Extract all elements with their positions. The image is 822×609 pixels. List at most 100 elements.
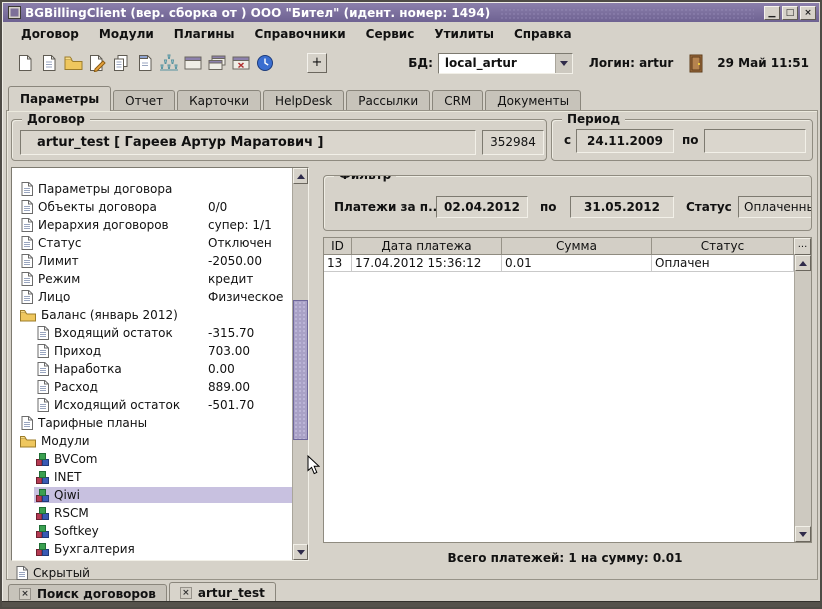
tree-scrollbar[interactable] [292,168,308,560]
filter-to-field[interactable]: 31.05.2012 [570,196,674,218]
period-from-field[interactable]: 24.11.2009 [576,129,674,153]
chevron-down-icon[interactable] [555,54,572,73]
tree-item-0[interactable]: Параметры договора [12,180,292,198]
tree-item-value: кредит [208,270,253,288]
tree-item-16[interactable]: INET [12,468,292,486]
tree-item-8[interactable]: Входящий остаток-315.70 [12,324,292,342]
table-header: IDДата платежаСуммаСтатус [324,238,794,255]
tree-item-14[interactable]: Модули [12,432,292,450]
tab-6[interactable]: Документы [485,90,581,111]
menu-item-4[interactable]: Сервис [356,26,425,42]
contract-id-field[interactable]: 352984 [482,130,544,155]
tree-item-1[interactable]: Объекты договора0/0 [12,198,292,216]
table-scrollbar[interactable] [794,255,811,542]
menu-item-5[interactable]: Утилиты [424,26,504,42]
glasses-tower-button[interactable] [157,50,181,76]
tree-item-13[interactable]: Тарифные планы [12,414,292,432]
document-icon [20,272,33,286]
bottom-tab-label: Поиск договоров [37,587,156,601]
tree-item-3[interactable]: СтатусОтключен [12,234,292,252]
tree-item-inner: INET [34,469,292,485]
tree-item-inner: Параметры договора [18,181,292,197]
close-button[interactable]: × [800,6,816,20]
db-combobox[interactable]: local_artur [438,53,573,74]
tree-item-19[interactable]: Softkey [12,522,292,540]
contract-name-field[interactable]: artur_test [ Гареев Артур Маратович ] [20,130,476,155]
tree-item-9[interactable]: Приход703.00 [12,342,292,360]
tab-0[interactable]: Параметры [8,86,111,111]
scroll-up-icon[interactable] [795,255,811,271]
tree-item-20[interactable]: Бухгалтерия [12,540,292,558]
filter-groupbox: Фильтр Платежи за п... 02.04.2012 по 31.… [323,175,812,231]
tree-item-11[interactable]: Расход889.00 [12,378,292,396]
tab-3[interactable]: HelpDesk [263,90,344,111]
tree-item-5[interactable]: Режим кредит [12,270,292,288]
window-close-button[interactable] [229,50,253,76]
open-folder-button[interactable] [61,50,85,76]
maximize-button[interactable]: □ [782,6,798,20]
tree-item-15[interactable]: BVCom [12,450,292,468]
add-button[interactable]: + [307,53,327,73]
tree-list: Параметры договораОбъекты договора0/0Иер… [12,168,292,560]
column-header-3[interactable]: Статус [652,238,794,254]
table-cell: 17.04.2012 15:36:12 [352,255,502,272]
window-cascade-button[interactable] [205,50,229,76]
tab-close-icon[interactable]: × [19,588,31,600]
documents-button[interactable] [133,50,157,76]
menu-item-0[interactable]: Договор [11,26,89,42]
column-header-0[interactable]: ID [324,238,352,254]
scroll-down-icon[interactable] [293,544,308,560]
tree-item-2[interactable]: Иерархия договоровсупер: 1/1 [12,216,292,234]
scroll-down-icon[interactable] [795,526,811,542]
tree-scrollbar-thumb[interactable] [293,300,308,440]
new-document-button[interactable] [13,50,37,76]
document-icon [20,218,33,232]
filter-status-field[interactable]: Оплаченны [738,196,812,218]
menu-item-6[interactable]: Справка [504,26,582,42]
tree-item-value: -2050.00 [208,252,262,270]
menu-item-2[interactable]: Плагины [164,26,245,42]
menu-item-1[interactable]: Модули [89,26,164,42]
period-to-field[interactable] [704,129,806,153]
tab-1[interactable]: Отчет [113,90,175,111]
tab-bar: ПараметрыОтчетКарточкиHelpDeskРассылкиCR… [8,86,817,111]
datetime-label: 29 Май 11:51 [717,56,809,70]
logout-door-icon[interactable] [685,51,707,75]
tree-item-label: Режим [38,272,80,286]
payments-panel: Фильтр Платежи за п... 02.04.2012 по 31.… [315,167,815,581]
clock-button[interactable] [253,50,277,76]
tree-item-label: Наработка [54,362,122,376]
column-settings-button[interactable]: ... [794,238,811,255]
tree-item-label: Объекты договора [38,200,157,214]
tab-4[interactable]: Рассылки [346,90,430,111]
copy-document-button[interactable] [109,50,133,76]
tree-item-label: Иерархия договоров [38,218,169,232]
tree-item-6[interactable]: ЛицоФизическое [12,288,292,306]
column-header-1[interactable]: Дата платежа [352,238,502,254]
table-row[interactable]: 1317.04.2012 15:36:120.01Оплачен [324,255,794,272]
toolbar: + БД: local_artur Логин: artur 29 Май 11… [5,45,817,81]
tab-2[interactable]: Карточки [177,90,261,111]
filter-from-field[interactable]: 02.04.2012 [436,196,528,218]
title-bar[interactable]: BGBillingClient (вер. сборка от ) ООО "Б… [3,3,819,22]
minimize-button[interactable]: ▁ [764,6,780,20]
document-icon [20,416,33,430]
column-header-2[interactable]: Сумма [502,238,652,254]
edit-document-button[interactable] [85,50,109,76]
tree-item-17[interactable]: Qiwi [12,486,292,504]
tree-item-hidden[interactable]: Скрытый [15,564,90,582]
tree-item-12[interactable]: Исходящий остаток-501.70 [12,396,292,414]
hidden-item-label: Скрытый [33,566,90,580]
payments-table: IDДата платежаСуммаСтатус ... 1317.04.20… [323,237,812,543]
tab-close-icon[interactable]: × [180,587,192,599]
tree-item-7[interactable]: Баланс (январь 2012) [12,306,292,324]
open-document-button[interactable] [37,50,61,76]
scroll-up-icon[interactable] [293,168,308,184]
menu-item-3[interactable]: Справочники [245,26,356,42]
copy-document-icon [112,54,130,72]
tree-item-18[interactable]: RSCM [12,504,292,522]
tree-item-4[interactable]: Лимит-2050.00 [12,252,292,270]
tab-5[interactable]: CRM [432,90,483,111]
tree-item-10[interactable]: Наработка0.00 [12,360,292,378]
window-tile-button[interactable] [181,50,205,76]
